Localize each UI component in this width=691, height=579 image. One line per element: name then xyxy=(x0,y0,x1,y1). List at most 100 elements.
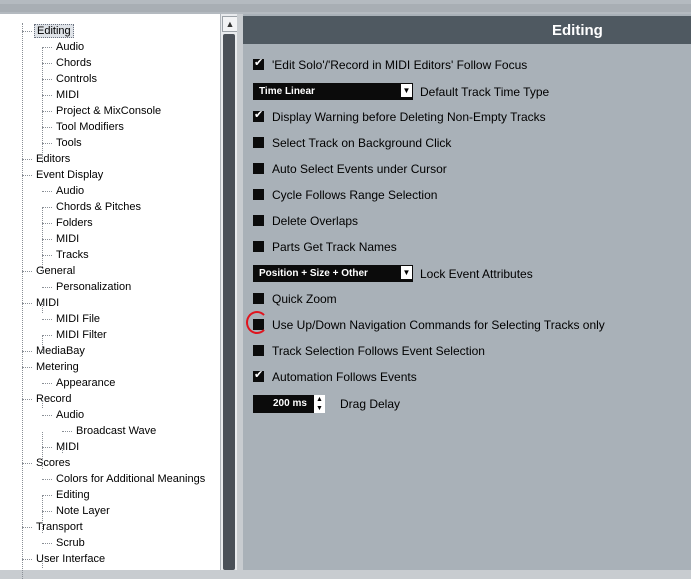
dropdown-label: Lock Event Attributes xyxy=(420,267,533,281)
tree-connector xyxy=(42,447,52,448)
tree-item[interactable]: Metering xyxy=(34,359,81,375)
checkbox[interactable] xyxy=(253,215,264,226)
tree-item[interactable]: Editing xyxy=(34,23,74,39)
tree-item[interactable]: Audio xyxy=(54,407,86,423)
tree-guide-line xyxy=(42,336,43,353)
tree-item-label: Audio xyxy=(56,185,85,197)
tree-item[interactable]: Project & MixConsole xyxy=(54,103,163,119)
tree-item[interactable]: Note Layer xyxy=(54,503,112,519)
tree-item[interactable]: Colors for Additional Meanings xyxy=(54,471,207,487)
tree-item-label: Audio xyxy=(56,409,85,421)
tree-item[interactable]: Editing xyxy=(54,487,92,503)
tree-item[interactable]: Broadcast Wave xyxy=(74,423,158,439)
tree-item-label: Editing xyxy=(56,489,90,501)
tree-item[interactable]: Chords xyxy=(54,55,93,71)
tree-item[interactable]: MIDI xyxy=(34,295,61,311)
tree-item-label: Editors xyxy=(36,153,71,165)
tree-item-label: MIDI xyxy=(56,89,80,101)
tree-item-label: Chords & Pitches xyxy=(56,201,141,213)
tree-item-label: Personalization xyxy=(56,281,132,293)
tree-item[interactable]: MIDI xyxy=(54,231,81,247)
option-label: Auto Select Events under Cursor xyxy=(272,162,447,176)
tree-item[interactable]: MIDI xyxy=(54,439,81,455)
tree-item-label: Editing xyxy=(34,24,74,38)
dropdown-label: Default Track Time Type xyxy=(420,85,550,99)
tree-item[interactable]: Folders xyxy=(54,215,95,231)
tree-item-label: MIDI File xyxy=(56,313,100,325)
tree-item[interactable]: Record xyxy=(34,391,73,407)
scroll-up-icon[interactable]: ▲ xyxy=(222,16,238,32)
tree-item[interactable]: MIDI File xyxy=(54,311,102,327)
tree-item[interactable]: MIDI Filter xyxy=(54,327,109,343)
tree-item[interactable]: User Interface xyxy=(34,551,107,567)
tree-item[interactable]: Editors xyxy=(34,151,72,167)
tree-connector xyxy=(42,47,52,48)
checkbox[interactable] xyxy=(253,163,264,174)
drag-delay-stepper[interactable]: 200 ms ▲ ▼ xyxy=(253,395,325,413)
panel-header: Editing xyxy=(243,16,691,44)
stepper-label: Drag Delay xyxy=(340,397,401,411)
tree-connector xyxy=(62,431,72,432)
dropdown-select[interactable]: Position + Size + Other ▼ xyxy=(253,265,413,282)
chevron-down-icon[interactable]: ▼ xyxy=(401,84,412,97)
tree-item-label: Event Display xyxy=(36,169,104,181)
tree-item[interactable]: MIDI xyxy=(54,87,81,103)
tree-scrollbar[interactable]: ▲ xyxy=(220,14,238,570)
tree-guide-line xyxy=(42,560,43,568)
checkbox[interactable]: ✔ xyxy=(253,369,264,382)
tree-connector xyxy=(42,95,52,96)
check-icon: ✔ xyxy=(254,369,264,381)
tree-item[interactable]: Scrub xyxy=(54,535,87,551)
tree-connector xyxy=(42,383,52,384)
dropdown-select[interactable]: Time Linear ▼ xyxy=(253,83,413,100)
checkbox[interactable]: ✔ xyxy=(253,109,264,122)
tree-connector xyxy=(42,415,52,416)
checkbox[interactable] xyxy=(253,293,264,304)
tree-item[interactable]: Controls xyxy=(54,71,99,87)
checkbox[interactable] xyxy=(253,241,264,252)
tree-connector xyxy=(42,255,52,256)
checkbox[interactable]: ✔ xyxy=(253,57,264,70)
check-icon: ✔ xyxy=(254,109,264,121)
tree-connector xyxy=(22,559,32,560)
checkbox[interactable] xyxy=(253,189,264,200)
panel-title: Editing xyxy=(552,22,603,39)
tree-item-label: Scrub xyxy=(56,537,85,549)
tree-guide-line xyxy=(42,48,43,163)
scroll-thumb[interactable] xyxy=(223,34,235,570)
tree-item[interactable]: General xyxy=(34,263,77,279)
preferences-tree[interactable]: Editing Audio Chords Controls MIDI Project & … xyxy=(0,14,220,579)
option-label: Automation Follows Events xyxy=(272,370,417,384)
tree-item-label: Metering xyxy=(36,361,79,373)
check-icon: ✔ xyxy=(254,57,264,69)
option-label: Select Track on Background Click xyxy=(272,136,452,150)
window-top-bar xyxy=(0,0,691,14)
tree-item[interactable]: Personalization xyxy=(54,279,133,295)
tree-item[interactable]: Tracks xyxy=(54,247,91,263)
chevron-down-icon[interactable]: ▼ xyxy=(401,266,412,279)
tree-connector xyxy=(42,319,52,320)
stepper-up-icon[interactable]: ▲ xyxy=(314,395,325,404)
tree-item-label: Tool Modifiers xyxy=(56,121,124,133)
tree-item[interactable]: Appearance xyxy=(54,375,117,391)
tree-item[interactable]: Scores xyxy=(34,455,72,471)
tree-item[interactable]: Chords & Pitches xyxy=(54,199,143,215)
tree-item[interactable]: Event Display xyxy=(34,167,105,183)
checkbox[interactable] xyxy=(253,345,264,356)
tree-connector xyxy=(42,223,52,224)
tree-connector xyxy=(42,287,52,288)
tree-item[interactable]: Tools xyxy=(54,135,84,151)
tree-item[interactable]: Tool Modifiers xyxy=(54,119,126,135)
option-label: Quick Zoom xyxy=(272,292,337,306)
tree-item[interactable]: Audio xyxy=(54,39,86,55)
tree-item-label: General xyxy=(36,265,76,277)
tree-connector xyxy=(42,111,52,112)
tree-guide-line xyxy=(42,400,43,408)
stepper-down-icon[interactable]: ▼ xyxy=(314,404,325,413)
tree-item-label: MIDI xyxy=(56,441,80,453)
tree-item-label: Tracks xyxy=(56,249,89,261)
tree-item[interactable]: Audio xyxy=(54,183,86,199)
checkbox[interactable] xyxy=(253,137,264,148)
stepper-buttons[interactable]: ▲ ▼ xyxy=(314,395,325,413)
option-label: Cycle Follows Range Selection xyxy=(272,188,438,202)
